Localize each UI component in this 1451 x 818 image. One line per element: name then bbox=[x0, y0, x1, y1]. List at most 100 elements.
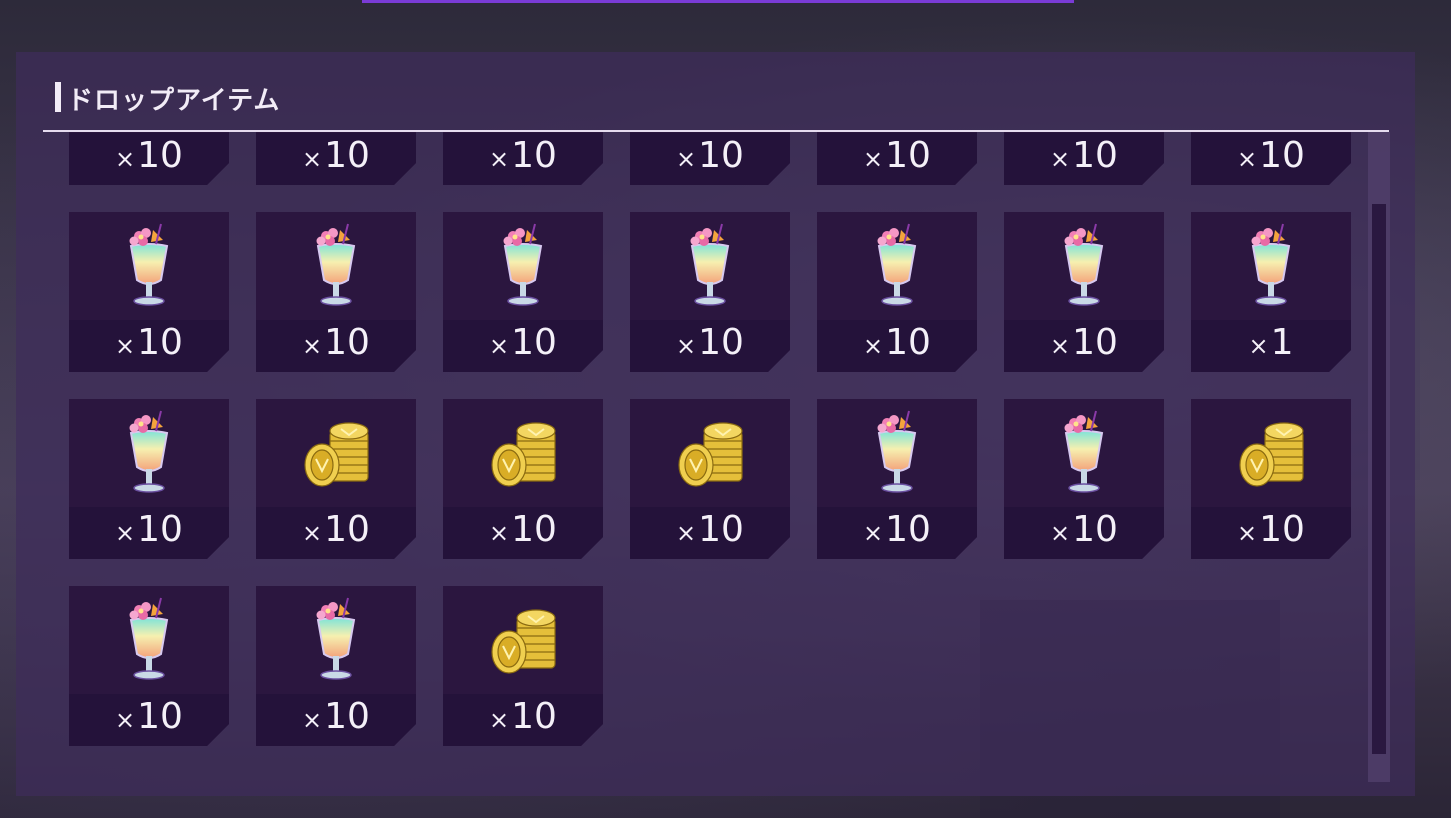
item-slot[interactable]: ×10 bbox=[817, 132, 977, 185]
count-value: 10 bbox=[324, 696, 370, 737]
item-count: ×10 bbox=[630, 508, 790, 555]
count-value: 10 bbox=[698, 322, 744, 363]
tropical-drink-icon bbox=[483, 222, 563, 312]
item-slot[interactable]: ×10 bbox=[256, 212, 416, 372]
item-slot[interactable]: ×10 bbox=[1004, 399, 1164, 559]
tropical-drink-icon bbox=[1044, 222, 1124, 312]
item-slot[interactable]: ×10 bbox=[630, 399, 790, 559]
item-count: ×10 bbox=[1191, 134, 1351, 181]
item-count: ×1 bbox=[1191, 321, 1351, 368]
item-count: ×10 bbox=[817, 508, 977, 555]
item-slot[interactable]: ×10 bbox=[443, 586, 603, 746]
header-marker bbox=[55, 82, 61, 112]
count-prefix: × bbox=[676, 332, 697, 360]
count-prefix: × bbox=[302, 519, 323, 547]
item-slot[interactable]: ×10 bbox=[443, 132, 603, 185]
drop-items-panel: ドロップアイテム ×10 ×10 ×10 ×10 ×10 ×10 ×10 ×10… bbox=[16, 52, 1415, 796]
tropical-drink-icon bbox=[109, 409, 189, 499]
item-slot[interactable]: ×10 bbox=[256, 399, 416, 559]
count-value: 10 bbox=[885, 322, 931, 363]
item-count: ×10 bbox=[69, 508, 229, 555]
count-value: 1 bbox=[1270, 322, 1294, 363]
count-prefix: × bbox=[115, 519, 136, 547]
item-slot[interactable]: ×10 bbox=[69, 212, 229, 372]
item-slot[interactable]: ×10 bbox=[443, 399, 603, 559]
count-prefix: × bbox=[302, 145, 323, 173]
item-grid-viewport[interactable]: ×10 ×10 ×10 ×10 ×10 ×10 ×10 ×10 ×10 ×10 … bbox=[16, 132, 1366, 796]
item-count: ×10 bbox=[443, 134, 603, 181]
count-value: 10 bbox=[1072, 322, 1118, 363]
count-value: 10 bbox=[511, 322, 557, 363]
count-value: 10 bbox=[698, 135, 744, 176]
tropical-drink-icon bbox=[670, 222, 750, 312]
count-value: 10 bbox=[698, 509, 744, 550]
panel-header: ドロップアイテム bbox=[43, 78, 1389, 132]
count-value: 10 bbox=[1072, 509, 1118, 550]
item-slot[interactable]: ×10 bbox=[256, 586, 416, 746]
coin-stack-icon bbox=[670, 409, 750, 499]
scrollbar[interactable] bbox=[1368, 132, 1390, 782]
count-prefix: × bbox=[115, 332, 136, 360]
count-prefix: × bbox=[115, 145, 136, 173]
panel-title: ドロップアイテム bbox=[67, 86, 281, 116]
count-prefix: × bbox=[676, 145, 697, 173]
item-slot[interactable]: ×10 bbox=[443, 212, 603, 372]
tropical-drink-icon bbox=[857, 409, 937, 499]
item-count: ×10 bbox=[256, 695, 416, 742]
count-value: 10 bbox=[1259, 509, 1305, 550]
count-prefix: × bbox=[1237, 519, 1258, 547]
item-slot[interactable]: ×10 bbox=[69, 132, 229, 185]
count-prefix: × bbox=[863, 332, 884, 360]
tropical-drink-icon bbox=[109, 222, 189, 312]
item-count: ×10 bbox=[256, 321, 416, 368]
item-count: ×10 bbox=[630, 134, 790, 181]
item-slot[interactable]: ×10 bbox=[817, 399, 977, 559]
item-slot[interactable]: ×10 bbox=[256, 132, 416, 185]
item-slot[interactable]: ×1 bbox=[1191, 212, 1351, 372]
item-count: ×10 bbox=[630, 321, 790, 368]
count-prefix: × bbox=[489, 706, 510, 734]
count-prefix: × bbox=[1237, 145, 1258, 173]
count-prefix: × bbox=[1248, 332, 1269, 360]
item-slot[interactable]: ×10 bbox=[69, 399, 229, 559]
count-prefix: × bbox=[489, 519, 510, 547]
tropical-drink-icon bbox=[857, 222, 937, 312]
item-count: ×10 bbox=[443, 695, 603, 742]
top-accent-bar bbox=[362, 0, 1074, 3]
item-count: ×10 bbox=[443, 508, 603, 555]
count-value: 10 bbox=[885, 135, 931, 176]
item-count: ×10 bbox=[1004, 508, 1164, 555]
count-value: 10 bbox=[1072, 135, 1118, 176]
count-value: 10 bbox=[511, 509, 557, 550]
item-count: ×10 bbox=[69, 321, 229, 368]
item-count: ×10 bbox=[443, 321, 603, 368]
count-value: 10 bbox=[137, 696, 183, 737]
count-prefix: × bbox=[863, 519, 884, 547]
scrollbar-thumb[interactable] bbox=[1372, 204, 1386, 754]
tropical-drink-icon bbox=[296, 222, 376, 312]
item-slot[interactable]: ×10 bbox=[1191, 132, 1351, 185]
count-prefix: × bbox=[489, 145, 510, 173]
count-prefix: × bbox=[863, 145, 884, 173]
item-slot[interactable]: ×10 bbox=[630, 132, 790, 185]
item-slot[interactable]: ×10 bbox=[69, 586, 229, 746]
item-count: ×10 bbox=[256, 508, 416, 555]
count-prefix: × bbox=[676, 519, 697, 547]
item-count: ×10 bbox=[1004, 321, 1164, 368]
item-slot[interactable]: ×10 bbox=[817, 212, 977, 372]
item-count: ×10 bbox=[1191, 508, 1351, 555]
tropical-drink-icon bbox=[1231, 222, 1311, 312]
item-count: ×10 bbox=[69, 695, 229, 742]
count-value: 10 bbox=[1259, 135, 1305, 176]
item-slot[interactable]: ×10 bbox=[1191, 399, 1351, 559]
coin-stack-icon bbox=[483, 596, 563, 686]
item-slot[interactable]: ×10 bbox=[1004, 132, 1164, 185]
count-value: 10 bbox=[137, 509, 183, 550]
coin-stack-icon bbox=[1231, 409, 1311, 499]
item-count: ×10 bbox=[817, 321, 977, 368]
count-value: 10 bbox=[324, 322, 370, 363]
item-slot[interactable]: ×10 bbox=[630, 212, 790, 372]
item-count: ×10 bbox=[256, 134, 416, 181]
coin-stack-icon bbox=[296, 409, 376, 499]
item-slot[interactable]: ×10 bbox=[1004, 212, 1164, 372]
